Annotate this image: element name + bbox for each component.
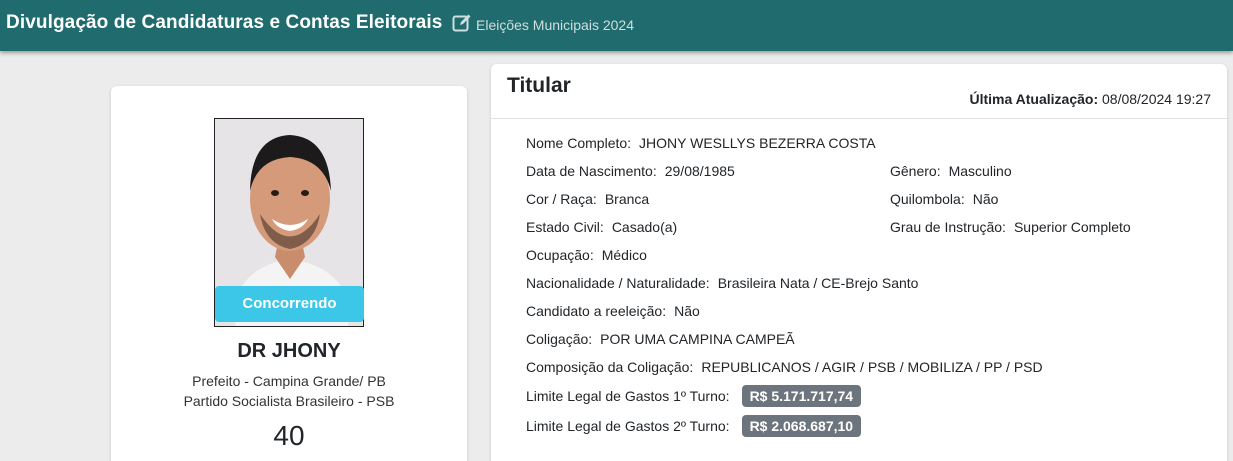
field-value: JHONY WESLLYS BEZERRA COSTA [639,135,876,151]
field-value: REPUBLICANOS / AGIR / PSB / MOBILIZA / P… [701,359,1043,375]
last-updated-label: Última Atualização: [969,91,1099,107]
field-label: Nacionalidade / Naturalidade: [526,275,710,291]
field-coligacao: Coligação: POR UMA CAMPINA CAMPEÃ [526,331,795,347]
app-title[interactable]: Divulgação de Candidaturas e Contas Elei… [6,12,442,34]
field-value: Não [972,191,999,207]
top-navbar: Divulgação de Candidaturas e Contas Elei… [0,0,1233,51]
details-header: Titular Última Atualização: 08/08/2024 1… [491,64,1227,119]
field-value: Masculino [948,163,1012,179]
field-label: Candidato a reeleição: [526,303,667,319]
money-badge: R$ 2.068.687,10 [741,415,862,437]
edit-square-icon[interactable] [452,13,472,33]
field-ocupacao: Ocupação: Médico [526,247,647,263]
candidate-card: Concorrendo DR JHONY Prefeito - Campina … [111,86,467,461]
field-quilombola: Quilombola: Não [890,191,998,207]
candidate-party: Partido Socialista Brasileiro - PSB [183,393,395,409]
field-label: Limite Legal de Gastos 2º Turno: [526,418,730,434]
candidate-name: DR JHONY [237,340,341,362]
section-title: Titular [507,74,571,97]
field-label: Composição da Coligação: [526,359,694,375]
field-value: POR UMA CAMPINA CAMPEÃ [600,331,795,347]
money-badge: R$ 5.171.717,74 [741,385,862,407]
field-label: Nome Completo: [526,135,632,151]
breadcrumb-strip [700,51,1180,57]
details-card: Titular Última Atualização: 08/08/2024 1… [491,64,1227,461]
field-label: Cor / Raça: [526,191,597,207]
field-label: Estado Civil: [526,219,604,235]
field-value: Casado(a) [611,219,678,235]
last-updated-value: 08/08/2024 19:27 [1102,91,1211,107]
field-value: Não [674,303,700,319]
field-composicao-coligacao: Composição da Coligação: REPUBLICANOS / A… [526,359,1043,375]
candidate-office: Prefeito - Campina Grande/ PB [192,373,386,389]
field-value: 29/08/1985 [664,163,735,179]
field-label: Gênero: [890,163,941,179]
field-label: Data de Nascimento: [526,163,657,179]
field-limite-gastos-2-turno: Limite Legal de Gastos 2º Turno: R$ 2.068… [526,415,862,437]
field-limite-gastos-1-turno: Limite Legal de Gastos 1º Turno: R$ 5.171… [526,385,862,407]
field-data-nascimento: Data de Nascimento: 29/08/1985 [526,163,735,179]
field-grau-instrucao: Grau de Instrução: Superior Completo [890,219,1131,235]
field-label: Coligação: [526,331,593,347]
field-reeleicao: Candidato a reeleição: Não [526,303,700,319]
field-nome-completo: Nome Completo: JHONY WESLLYS BEZERRA COST… [526,135,876,151]
last-updated: Última Atualização: 08/08/2024 19:27 [969,91,1211,107]
field-genero: Gênero: Masculino [890,163,1012,179]
field-nacionalidade: Nacionalidade / Naturalidade: Brasileira … [526,275,918,291]
candidate-number: 40 [273,420,305,451]
field-label: Ocupação: [526,247,594,263]
field-value: Médico [601,247,647,263]
field-value: Brasileira Nata / CE-Brejo Santo [717,275,919,291]
field-label: Limite Legal de Gastos 1º Turno: [526,388,730,404]
field-estado-civil: Estado Civil: Casado(a) [526,219,677,235]
field-label: Quilombola: [890,191,965,207]
field-cor-raca: Cor / Raça: Branca [526,191,649,207]
field-value: Superior Completo [1013,219,1131,235]
field-label: Grau de Instrução: [890,219,1006,235]
status-badge: Concorrendo [215,286,364,322]
field-value: Branca [604,191,650,207]
election-selector[interactable]: Eleições Municipais 2024 [476,17,634,33]
